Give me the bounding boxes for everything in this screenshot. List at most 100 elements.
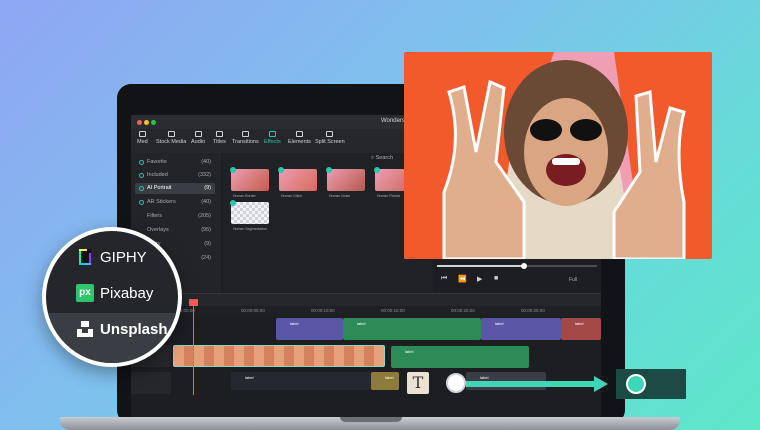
sidebar-item-label: AR Stickers [147, 199, 176, 205]
clip-label: label [357, 321, 366, 326]
tab-titles[interactable]: Titles [213, 131, 226, 145]
download-badge-icon [230, 167, 236, 173]
tab-label: Audio [191, 139, 206, 145]
drag-arrow-line [466, 381, 596, 387]
tab-stock-media[interactable]: Stock Media [156, 131, 186, 145]
effect-thumbnail[interactable] [279, 169, 317, 191]
effect-label: Human Glitch [281, 194, 303, 198]
tab-label: Titles [213, 139, 226, 145]
timeline-clip[interactable]: label [371, 372, 399, 390]
quality-select[interactable]: Full [569, 277, 577, 283]
playback-progress-fill [437, 265, 523, 267]
minimize-window-button[interactable] [144, 120, 149, 125]
sidebar-item-filters[interactable]: Filters (205) [135, 211, 215, 222]
timeline-clip[interactable]: label [343, 318, 481, 340]
timeline-clip[interactable]: label [391, 346, 529, 368]
titles-icon [215, 131, 223, 137]
timeline-playhead[interactable] [193, 301, 194, 395]
sidebar-item-included[interactable]: Included (332) [135, 170, 215, 181]
effects-icon [268, 131, 276, 137]
search-input[interactable]: ⌕ Search [371, 155, 401, 165]
laptop-notch [340, 417, 402, 422]
timeline-ruler[interactable]: 00:00:00:00 00:00:05:00 00:00:10:00 00:0… [131, 306, 601, 316]
ar-stickers-icon [139, 200, 144, 205]
sidebar-item-label: Filters [147, 213, 162, 219]
timeline-video-clip[interactable] [173, 345, 385, 367]
close-window-button[interactable] [137, 120, 142, 125]
effect-thumbnail[interactable] [327, 169, 365, 191]
effect-thumbnail[interactable] [231, 202, 269, 224]
stock-item-pixabay[interactable]: px Pixabay [46, 277, 178, 313]
search-label: Search [375, 155, 394, 161]
ruler-tick: 00:00:15:00 [381, 308, 405, 313]
download-badge-icon [278, 167, 284, 173]
sidebar-item-count: (205) [198, 213, 211, 219]
clip-label: label [385, 375, 394, 380]
sidebar-item-count: (332) [198, 172, 211, 178]
search-icon: ⌕ [371, 155, 375, 161]
timeline-clip[interactable]: label [276, 318, 343, 340]
tab-elements[interactable]: Elements [288, 131, 311, 145]
sidebar-item-ar-stickers[interactable]: AR Stickers (40) [135, 197, 215, 208]
stock-item-unsplash[interactable]: Unsplash [46, 313, 178, 363]
tab-label: Med [137, 139, 148, 145]
stop-icon[interactable]: ■ [494, 275, 498, 282]
track-header [131, 372, 171, 394]
drop-target-handle[interactable] [626, 374, 646, 394]
clip-label: label [290, 321, 299, 326]
effect-label: Human Noise [329, 194, 351, 198]
play-icon[interactable]: ▶ [477, 275, 482, 283]
tab-split-screen[interactable]: Split Screen [315, 131, 345, 145]
effect-thumbnail[interactable] [231, 169, 269, 191]
tab-effects[interactable]: Effects [264, 131, 281, 145]
sidebar-item-favorite[interactable]: Favorite (40) [135, 157, 215, 168]
playback-scrubber[interactable] [521, 263, 527, 269]
transitions-icon [241, 131, 249, 137]
tab-transitions[interactable]: Transitions [232, 131, 259, 145]
sidebar-item-count: (9) [204, 185, 211, 191]
playback-progress[interactable] [437, 263, 597, 269]
preview-controls: ⏮ ⏪ ▶ ■ Full [433, 255, 601, 293]
tab-audio[interactable]: Audio [191, 131, 205, 145]
audio-icon [194, 131, 202, 137]
tab-media[interactable]: Med [137, 131, 148, 145]
ruler-tick: 00:00:25:00 [521, 308, 545, 313]
clip-label: label [575, 321, 584, 326]
favorite-icon [139, 160, 144, 165]
pixabay-icon: px [76, 284, 94, 302]
title-text-tile[interactable]: T [407, 372, 429, 394]
effect-label: Human Border [233, 194, 256, 198]
clip-label: label [405, 349, 414, 354]
step-back-icon[interactable]: ⏪ [458, 275, 467, 283]
ruler-tick: 00:00:10:00 [311, 308, 335, 313]
download-badge-icon [374, 167, 380, 173]
split-screen-icon [326, 131, 334, 137]
sidebar-item-count: (40) [201, 159, 211, 165]
sidebar-item-label: Overlays [147, 227, 169, 233]
sidebar-item-count: (40) [201, 199, 211, 205]
stock-media-panel: GIPHY px Pixabay Unsplash [42, 227, 182, 367]
tab-label: Stock Media [156, 139, 187, 145]
drag-start-handle[interactable] [446, 373, 466, 393]
timeline-clip[interactable]: label [481, 318, 561, 340]
timeline-clip[interactable]: label [561, 318, 601, 340]
sidebar-item-count: (9) [204, 241, 211, 247]
tab-label: Split Screen [315, 139, 345, 145]
effect-label: Human Pixelat [377, 194, 400, 198]
giphy-icon [76, 248, 94, 266]
previous-frame-icon[interactable]: ⏮ [441, 275, 447, 283]
maximize-window-button[interactable] [151, 120, 156, 125]
preview-photo [404, 52, 712, 259]
playhead-handle[interactable] [189, 299, 198, 306]
stock-item-label: Unsplash [100, 321, 168, 338]
timeline-clip[interactable]: label [231, 372, 371, 390]
sidebar-item-count: (95) [201, 227, 211, 233]
portrait-illustration [404, 52, 712, 259]
stock-item-giphy[interactable]: GIPHY [46, 241, 178, 277]
included-icon [139, 173, 144, 178]
tab-label: Elements [288, 139, 311, 145]
stock-media-icon [167, 131, 175, 137]
sidebar-item-overlays[interactable]: Overlays (95) [135, 225, 215, 236]
ruler-tick: 00:00:05:00 [241, 308, 265, 313]
sidebar-item-ai-portrait[interactable]: AI Portrait (9) [135, 183, 215, 194]
